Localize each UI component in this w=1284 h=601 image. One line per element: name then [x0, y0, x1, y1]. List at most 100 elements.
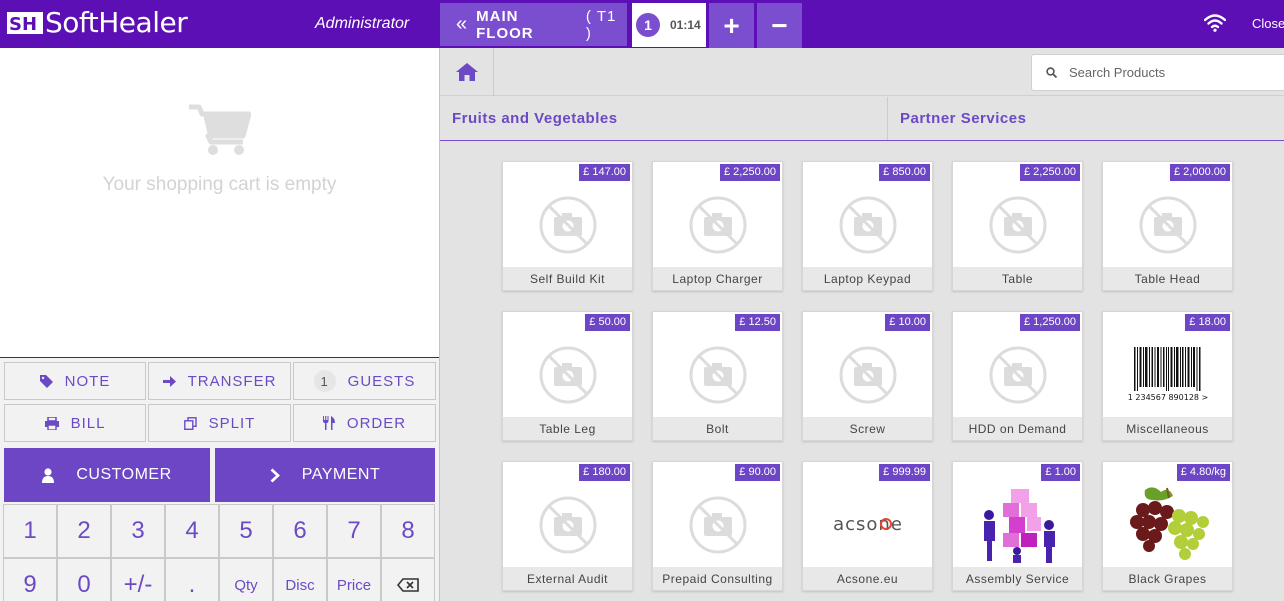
close-button[interactable]: Close: [1252, 16, 1284, 31]
remove-order-button[interactable]: −: [757, 3, 802, 48]
chevron-right-icon: [270, 467, 280, 483]
search-input[interactable]: Search Products: [1031, 54, 1284, 91]
product-name: Self Build Kit: [503, 267, 632, 290]
product-name: Bolt: [653, 417, 782, 440]
product-price: £ 12.50: [735, 314, 780, 331]
product-price: £ 1,250.00: [1020, 314, 1080, 331]
product-name: Table Head: [1103, 267, 1232, 290]
note-button[interactable]: NOTE: [4, 362, 146, 400]
order-panel: Your shopping cart is empty NOTE TRANSFE…: [0, 48, 440, 601]
cart-area: Your shopping cart is empty: [0, 48, 439, 356]
product-card[interactable]: £ 999.99 acsone Acsone.eu: [802, 461, 933, 591]
product-price: £ 2,250.00: [1020, 164, 1080, 181]
mode-price-button[interactable]: Price: [327, 558, 381, 601]
product-price: £ 999.99: [879, 464, 930, 481]
svg-text:SH: SH: [9, 14, 37, 35]
transfer-button[interactable]: TRANSFER: [148, 362, 291, 400]
product-card[interactable]: £ 1.00 Assembly Service: [952, 461, 1083, 591]
cutlery-icon: [322, 416, 335, 430]
numpad-key-0[interactable]: 0: [57, 558, 111, 601]
product-card[interactable]: £ 850.00 Laptop Keypad: [802, 161, 933, 291]
product-card[interactable]: £ 50.00 Table Leg: [502, 311, 633, 441]
product-name: Prepaid Consulting: [653, 567, 782, 590]
product-card[interactable]: £ 180.00 External Audit: [502, 461, 633, 591]
numpad-key-4[interactable]: 4: [165, 504, 219, 558]
order-label: ORDER: [346, 414, 407, 432]
product-card[interactable]: £ 2,250.00 Laptop Charger: [652, 161, 783, 291]
product-name: Miscellaneous: [1103, 417, 1232, 440]
note-label: NOTE: [64, 372, 111, 390]
product-price: £ 4.80/kg: [1176, 464, 1230, 481]
payment-label: PAYMENT: [301, 466, 381, 483]
product-name: Table: [953, 267, 1082, 290]
mode-qty-button[interactable]: Qty: [219, 558, 273, 601]
product-name: HDD on Demand: [953, 417, 1082, 440]
product-name: Screw: [803, 417, 932, 440]
home-button[interactable]: [440, 48, 494, 96]
numpad-key-7[interactable]: 7: [327, 504, 381, 558]
product-card[interactable]: £ 4.80/kg Black Grapes: [1102, 461, 1233, 591]
arrow-right-icon: [162, 375, 176, 387]
no-image-icon: [803, 332, 932, 417]
assembly-service-image: [953, 482, 1082, 567]
product-card[interactable]: £ 2,000.00 Table Head: [1102, 161, 1233, 291]
guests-label: GUESTS: [347, 372, 416, 390]
back-to-floor-button[interactable]: « MAIN FLOOR ( T1 ): [440, 3, 627, 46]
product-card[interactable]: £ 12.50 Bolt: [652, 311, 783, 441]
shopping-cart-icon: [189, 104, 251, 155]
product-card[interactable]: £ 10.00 Screw: [802, 311, 933, 441]
no-image-icon: [503, 182, 632, 267]
no-image-icon: [803, 182, 932, 267]
backspace-icon: [397, 578, 419, 592]
numpad-key-5[interactable]: 5: [219, 504, 273, 558]
user-name[interactable]: Administrator: [315, 15, 409, 33]
numpad-key-decimal[interactable]: .: [165, 558, 219, 601]
wifi-icon: [1204, 14, 1226, 32]
product-price: £ 850.00: [879, 164, 930, 181]
product-card[interactable]: £ 18.00 1 234567 890128 > Miscellaneous: [1102, 311, 1233, 441]
numpad-key-8[interactable]: 8: [381, 504, 435, 558]
numpad-key-1[interactable]: 1: [3, 504, 57, 558]
product-price: £ 90.00: [735, 464, 780, 481]
breadcrumb-bar: Search Products: [440, 48, 1284, 96]
search-icon: [1046, 67, 1057, 78]
numpad-key-2[interactable]: 2: [57, 504, 111, 558]
search-placeholder: Search Products: [1069, 65, 1166, 80]
product-name: Black Grapes: [1103, 567, 1232, 590]
logo-mark-icon: SH: [7, 12, 43, 35]
numpad-key-plus-minus[interactable]: +/-: [111, 558, 165, 601]
add-order-button[interactable]: +: [709, 3, 754, 48]
numpad-key-6[interactable]: 6: [273, 504, 327, 558]
product-price: £ 2,250.00: [720, 164, 780, 181]
customer-button[interactable]: CUSTOMER: [4, 448, 210, 502]
mode-discount-button[interactable]: Disc: [273, 558, 327, 601]
product-card[interactable]: £ 1,250.00 HDD on Demand: [952, 311, 1083, 441]
no-image-icon: [653, 332, 782, 417]
numpad-key-9[interactable]: 9: [3, 558, 57, 601]
category-partner-services[interactable]: Partner Services: [888, 97, 1284, 140]
category-fruits-and-vegetables[interactable]: Fruits and Vegetables: [440, 97, 887, 140]
bill-button[interactable]: BILL: [4, 404, 146, 442]
product-card[interactable]: £ 2,250.00 Table: [952, 161, 1083, 291]
guests-button[interactable]: 1 GUESTS: [293, 362, 436, 400]
payment-button[interactable]: PAYMENT: [215, 448, 435, 502]
acsone-logo-text: acsone: [833, 514, 903, 535]
top-bar: SH SoftHealer Administrator « MAIN FLOOR…: [0, 0, 1284, 48]
product-price: £ 147.00: [579, 164, 630, 181]
split-button[interactable]: SPLIT: [148, 404, 291, 442]
order-number-badge: 1: [636, 13, 660, 37]
black-grapes-image: [1103, 482, 1232, 567]
table-label: ( T1 ): [585, 7, 617, 42]
product-grid: £ 147.00 Self Build Kit £ 2,250.00 Lapto…: [440, 141, 1284, 601]
backspace-button[interactable]: [381, 558, 435, 601]
product-price: £ 1.00: [1041, 464, 1080, 481]
order-button[interactable]: ORDER: [293, 404, 436, 442]
guests-count-badge: 1: [313, 370, 336, 392]
product-card[interactable]: £ 147.00 Self Build Kit: [502, 161, 633, 291]
product-card[interactable]: £ 90.00 Prepaid Consulting: [652, 461, 783, 591]
product-price: £ 2,000.00: [1170, 164, 1230, 181]
split-label: SPLIT: [208, 414, 256, 432]
numpad-key-3[interactable]: 3: [111, 504, 165, 558]
product-price: £ 10.00: [885, 314, 930, 331]
order-tab[interactable]: 1 01:14: [632, 3, 706, 47]
